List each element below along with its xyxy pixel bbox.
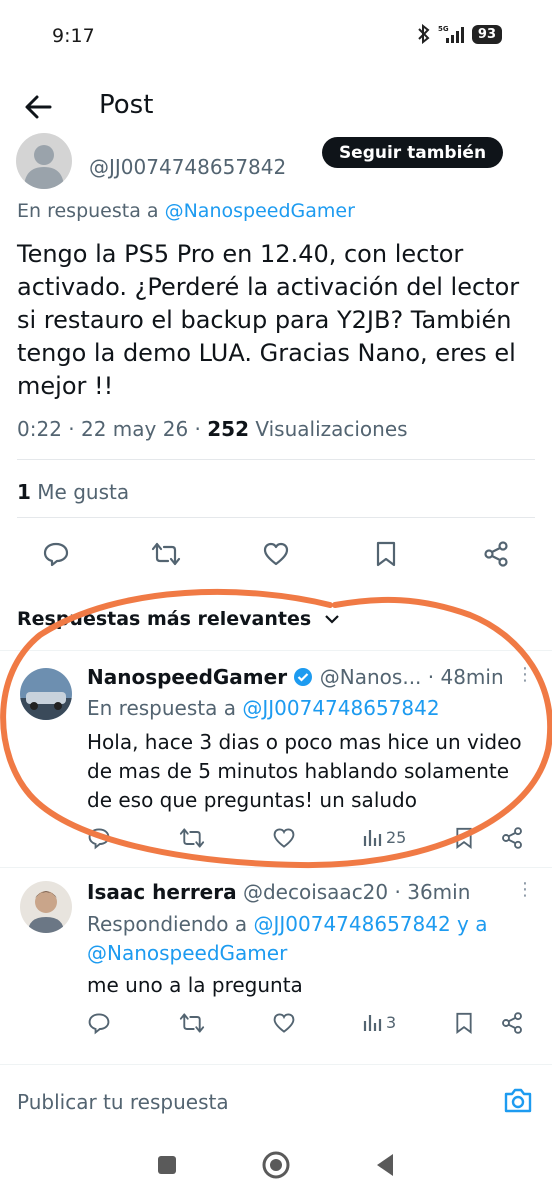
status-bar: 9:17 5G 93: [0, 0, 552, 70]
page-title: Post: [99, 90, 154, 120]
reply-prefix: Respondiendo a: [87, 912, 248, 936]
system-icons: 5G 93: [416, 24, 502, 44]
bookmark-icon[interactable]: [454, 826, 474, 850]
reply-actions: 25: [87, 826, 537, 860]
reply-icon[interactable]: [87, 1011, 111, 1035]
views-label: Visualizaciones: [255, 417, 408, 441]
likes-label: Me gusta: [37, 480, 130, 504]
share-icon[interactable]: [500, 1011, 524, 1035]
reply-text: Hola, hace 3 dias o poco mas hice un vid…: [87, 730, 522, 812]
views-count: 252: [207, 417, 249, 441]
reply-prefix: En respuesta a: [87, 696, 236, 720]
tweet-timestamp: 0:22 · 22 may 26 ·: [17, 417, 201, 441]
reply-to-link[interactable]: @NanospeedGamer: [165, 200, 355, 222]
status-time: 9:17: [52, 25, 95, 47]
views-icon: [363, 830, 382, 846]
battery-indicator: 93: [471, 24, 502, 44]
bookmark-icon[interactable]: [370, 538, 402, 570]
views-count: 25: [386, 827, 407, 847]
svg-text:5G: 5G: [438, 25, 449, 33]
tweet-meta: 0:22 · 22 may 26 · 252 Visualizaciones: [17, 417, 408, 441]
reply-to-link[interactable]: @JJ0074748657842: [242, 696, 439, 720]
chevron-down-icon: [325, 615, 339, 624]
back-nav-icon[interactable]: [373, 1152, 397, 1178]
reply-to-link[interactable]: @NanospeedGamer: [87, 941, 287, 965]
reply-and: y a: [457, 912, 488, 936]
sort-label: Respuestas más relevantes: [17, 608, 312, 630]
views-stat[interactable]: 25: [362, 826, 406, 848]
tweet-text: Tengo la PS5 Pro en 12.40, con lector ac…: [17, 240, 520, 400]
reply-item[interactable]: NanospeedGamer @Nanos... · 48min ⋮ En re…: [0, 650, 552, 868]
share-icon[interactable]: [500, 826, 524, 850]
share-icon[interactable]: [480, 538, 512, 570]
replies-sort-dropdown[interactable]: Respuestas más relevantes: [17, 608, 340, 630]
avatar[interactable]: [20, 668, 72, 720]
avatar[interactable]: [16, 133, 72, 189]
reply-icon[interactable]: [87, 826, 111, 850]
home-icon[interactable]: [261, 1150, 291, 1180]
reply-author-name[interactable]: NanospeedGamer: [87, 665, 287, 689]
reply-item[interactable]: Isaac herrera @decoisaac20 · 36min ⋮ Res…: [0, 867, 552, 1057]
signal-icon: 5G: [438, 25, 464, 43]
recents-icon[interactable]: [156, 1154, 178, 1176]
repost-icon[interactable]: [150, 538, 182, 570]
tweet-actions: [0, 532, 552, 576]
views-icon: [363, 1015, 382, 1031]
reply-time: · 36min: [394, 880, 471, 904]
follow-button[interactable]: Seguir también: [322, 137, 503, 168]
divider: [17, 517, 535, 518]
like-icon[interactable]: [272, 826, 296, 850]
reply-actions: 3: [87, 1011, 537, 1045]
back-arrow-icon[interactable]: [22, 90, 56, 124]
views-stat[interactable]: 3: [362, 1011, 396, 1033]
like-icon[interactable]: [272, 1011, 296, 1035]
like-icon[interactable]: [260, 538, 292, 570]
verified-badge-icon: [294, 668, 313, 686]
camera-icon[interactable]: [503, 1086, 533, 1114]
reply-to-link[interactable]: @JJ0074748657842: [253, 912, 450, 936]
reply-text: me uno a la pregunta: [87, 973, 303, 997]
more-options-icon[interactable]: ⋮: [516, 664, 534, 685]
system-navigation-bar: [0, 1130, 552, 1200]
bookmark-icon[interactable]: [454, 1011, 474, 1035]
reply-author-name[interactable]: Isaac herrera: [87, 880, 237, 904]
likes-count: 1: [17, 480, 31, 504]
reply-icon[interactable]: [40, 538, 72, 570]
reply-author-handle[interactable]: @Nanos...: [320, 665, 422, 689]
bluetooth-icon: [418, 24, 430, 44]
repost-icon[interactable]: [179, 1011, 205, 1035]
avatar[interactable]: [20, 881, 72, 933]
reply-input[interactable]: Publicar tu respuesta: [17, 1090, 229, 1114]
reply-author-handle[interactable]: @decoisaac20: [243, 880, 388, 904]
more-options-icon[interactable]: ⋮: [516, 879, 534, 900]
reply-prefix: En respuesta a: [17, 200, 159, 222]
views-count: 3: [386, 1012, 397, 1032]
repost-icon[interactable]: [179, 826, 205, 850]
reply-time: · 48min: [427, 665, 504, 689]
divider: [17, 459, 535, 460]
reply-context: En respuesta a @NanospeedGamer: [17, 200, 355, 222]
likes-summary[interactable]: 1 Me gusta: [17, 480, 129, 504]
author-handle[interactable]: @JJ0074748657842: [89, 155, 286, 179]
